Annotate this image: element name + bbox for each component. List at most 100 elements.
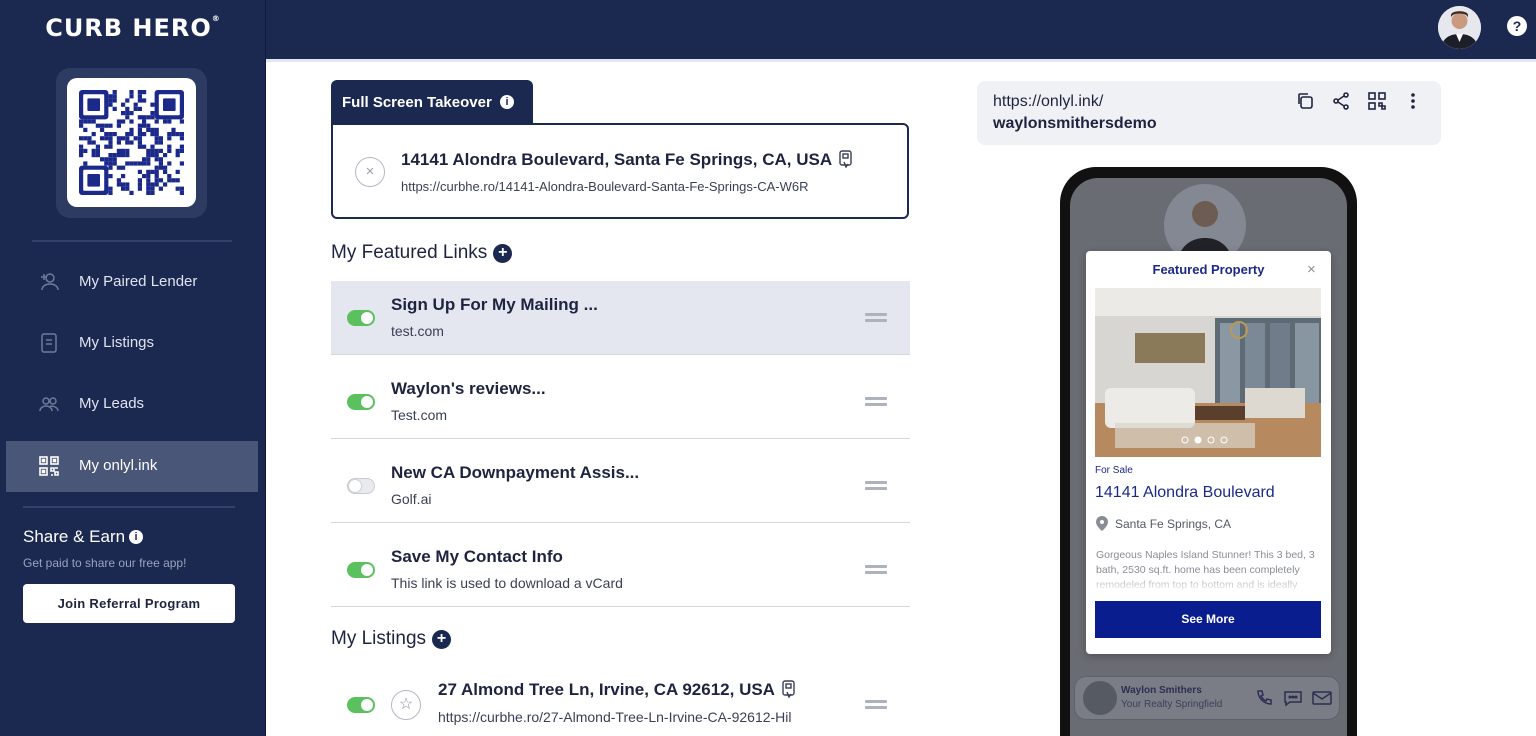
qr-module — [116, 153, 121, 158]
qr-module — [150, 132, 155, 137]
carousel-dots[interactable] — [1180, 435, 1240, 445]
qr-module — [83, 148, 88, 153]
drag-handle-icon[interactable] — [865, 700, 887, 710]
featured-link-row[interactable]: Waylon's reviews... Test.com — [331, 365, 910, 439]
sidebar-item-label: My Leads — [79, 395, 145, 412]
close-icon[interactable]: × — [1307, 261, 1316, 278]
qr-module — [150, 190, 155, 195]
link-url: This link is used to download a vCard — [391, 575, 623, 591]
featured-link-row[interactable]: Sign Up For My Mailing ... test.com — [331, 281, 910, 355]
qr-module — [142, 119, 147, 124]
featured-link-row[interactable]: Save My Contact Info This link is used t… — [331, 533, 910, 607]
qr-module — [104, 136, 109, 141]
featured-link-row[interactable]: New CA Downpayment Assis... Golf.ai — [331, 449, 910, 523]
onlylink-url-slug[interactable]: waylonsmithersdemo — [993, 115, 1157, 133]
help-icon[interactable]: ? — [1507, 16, 1527, 36]
qr-code-card[interactable] — [56, 68, 207, 218]
link-toggle[interactable] — [347, 562, 375, 578]
property-photo[interactable] — [1095, 288, 1321, 457]
sidebar-item-leads[interactable]: My Leads — [6, 379, 258, 430]
qr-module — [108, 165, 113, 170]
qr-module — [95, 148, 100, 153]
url-actions — [1295, 91, 1423, 111]
add-featured-link-button[interactable]: + — [493, 244, 513, 263]
qr-module — [179, 186, 184, 191]
qr-module — [108, 174, 113, 179]
qr-module — [116, 123, 121, 128]
link-toggle[interactable] — [347, 394, 375, 410]
qr-module — [100, 123, 105, 128]
listing-url[interactable]: https://curbhe.ro/27-Almond-Tree-Ln-Irvi… — [438, 709, 792, 725]
see-more-button[interactable]: See More — [1095, 601, 1321, 638]
sidebar-item-listings[interactable]: My Listings — [6, 318, 258, 369]
sidebar-divider — [23, 506, 235, 508]
qr-module — [79, 153, 84, 158]
qr-module — [108, 157, 113, 162]
qr-module — [137, 98, 142, 103]
listing-row[interactable]: ☆ 27 Almond Tree Ln, Irvine, CA 92612, U… — [331, 666, 910, 736]
qr-module — [112, 132, 117, 137]
drag-handle-icon[interactable] — [865, 313, 887, 323]
qr-module — [175, 186, 180, 191]
qr-code-icon[interactable] — [1367, 91, 1387, 111]
qr-module — [108, 94, 113, 99]
drag-handle-icon[interactable] — [865, 481, 887, 491]
sidebar-item-onlylink[interactable]: My onlyl.ink — [6, 441, 258, 492]
qr-code-image — [67, 78, 196, 207]
share-earn-heading: Share & Earn i — [23, 527, 144, 547]
copy-icon[interactable] — [1295, 91, 1315, 111]
listing-title: 27 Almond Tree Ln, Irvine, CA 92612, USA — [438, 680, 797, 703]
qr-module — [158, 148, 163, 153]
qr-module — [179, 161, 184, 166]
qr-module — [137, 115, 142, 120]
qr-module — [83, 119, 88, 124]
drag-handle-icon[interactable] — [865, 397, 887, 407]
listing-toggle[interactable] — [347, 697, 375, 713]
qr-module — [179, 119, 184, 124]
sidebar-item-paired-lender[interactable]: My Paired Lender — [6, 257, 258, 308]
qr-module — [158, 157, 163, 162]
qr-module — [154, 119, 159, 124]
link-toggle[interactable] — [347, 478, 375, 494]
listing-status: For Sale — [1095, 465, 1133, 476]
tab-full-screen-takeover[interactable]: Full Screen Takeover i — [331, 80, 533, 126]
carousel-dot — [1181, 436, 1189, 444]
qr-module — [121, 148, 126, 153]
join-referral-button[interactable]: Join Referral Program — [23, 584, 235, 623]
share-icon[interactable] — [1331, 91, 1351, 111]
qr-module — [142, 161, 147, 166]
qr-module — [137, 144, 142, 149]
link-url: Test.com — [391, 407, 448, 423]
qr-module — [137, 178, 142, 183]
onlylink-url-base[interactable]: https://onlyl.ink/ — [993, 93, 1103, 111]
info-icon[interactable]: i — [129, 530, 144, 544]
remove-takeover-button[interactable]: × — [355, 157, 385, 187]
drag-handle-icon[interactable] — [865, 565, 887, 575]
qr-module — [150, 169, 155, 174]
sidebar: CURB HERO® My Paired Lender My Listings … — [0, 0, 266, 736]
star-icon[interactable]: ☆ — [391, 690, 421, 720]
qr-module — [154, 140, 159, 145]
qr-module — [129, 190, 134, 195]
qr-module — [91, 140, 96, 145]
link-toggle[interactable] — [347, 310, 375, 326]
user-avatar[interactable] — [1438, 6, 1481, 49]
qr-module — [116, 136, 121, 141]
qr-module — [137, 132, 142, 137]
more-options-icon[interactable] — [1403, 91, 1423, 111]
qr-module — [179, 190, 184, 195]
takeover-url[interactable]: https://curbhe.ro/14141-Alondra-Boulevar… — [401, 179, 809, 194]
qr-finder — [87, 174, 100, 187]
qr-module — [100, 136, 105, 141]
qr-module — [79, 148, 84, 153]
listing-doc-icon — [838, 150, 854, 173]
qr-module — [175, 153, 180, 158]
app-logo[interactable]: CURB HERO® — [0, 14, 266, 42]
qr-module — [137, 182, 142, 187]
info-icon[interactable]: i — [499, 95, 514, 109]
onlylink-url-box: https://onlyl.ink/ waylonsmithersdemo — [977, 81, 1441, 145]
qr-module — [108, 132, 113, 137]
link-url: Golf.ai — [391, 491, 432, 507]
add-listing-button[interactable]: + — [432, 630, 452, 649]
qr-module — [133, 161, 138, 166]
